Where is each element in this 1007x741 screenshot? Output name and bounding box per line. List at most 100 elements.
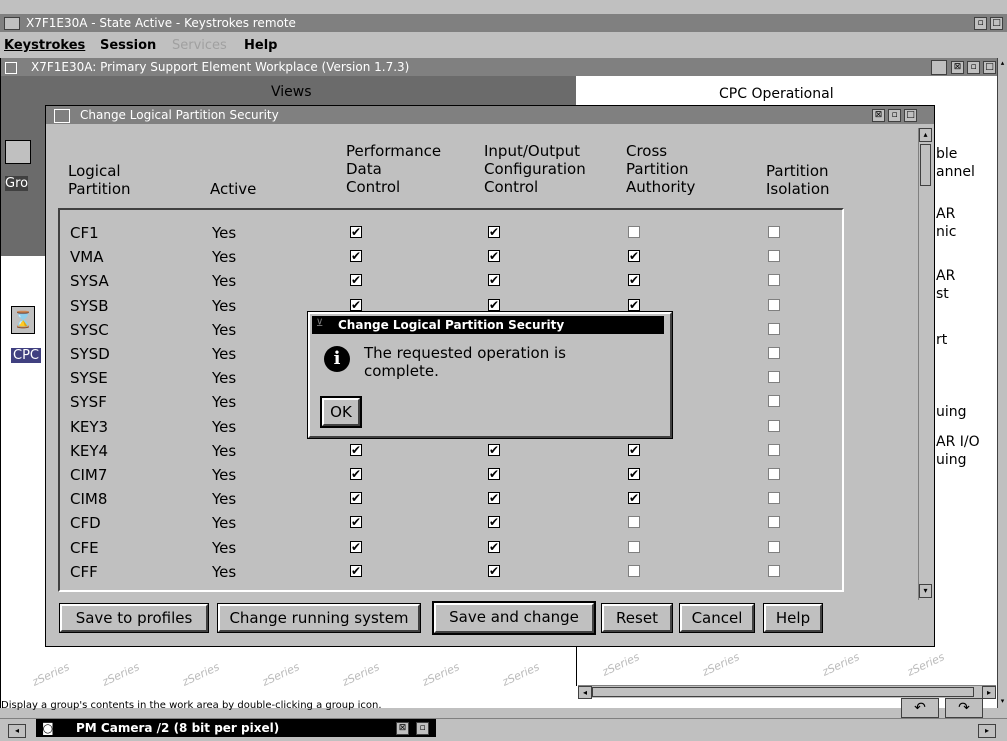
io-config-checkbox[interactable]: ✔ xyxy=(488,492,500,505)
io-config-checkbox[interactable]: ✔ xyxy=(488,516,500,529)
reset-button[interactable]: Reset xyxy=(601,603,673,633)
workplace-close-button[interactable]: ⊠ xyxy=(951,61,964,74)
camera-close-button[interactable]: ⊠ xyxy=(396,722,409,735)
partition-isolation-checkbox[interactable] xyxy=(768,468,780,480)
workplace-minimize-button[interactable]: ▫ xyxy=(967,61,980,74)
message-text: The requested operation is complete. xyxy=(364,344,566,380)
partition-isolation-checkbox[interactable] xyxy=(768,540,780,553)
cross-partition-checkbox[interactable] xyxy=(628,516,640,529)
partition-isolation-checkbox[interactable] xyxy=(768,347,780,359)
minimize-button[interactable]: ▫ xyxy=(974,17,987,30)
performance-data-checkbox[interactable]: ✔ xyxy=(350,274,362,287)
performance-data-checkbox[interactable]: ✔ xyxy=(350,250,362,263)
cross-partition-checkbox[interactable] xyxy=(628,540,640,553)
scroll-down-arrow[interactable]: ▾ xyxy=(998,696,1007,706)
partition-isolation-checkbox[interactable] xyxy=(768,371,780,384)
menu-help[interactable]: Help xyxy=(244,38,277,53)
partition-isolation-checkbox[interactable] xyxy=(768,443,780,456)
cross-partition-checkbox[interactable] xyxy=(628,226,640,238)
scroll-down-arrow[interactable]: ▾ xyxy=(919,584,932,598)
cross-partition-checkbox[interactable] xyxy=(628,564,640,577)
outer-vertical-scrollbar[interactable]: ▴ ▾ xyxy=(997,58,1007,708)
io-config-checkbox[interactable]: ✔ xyxy=(488,226,500,238)
message-title-bar: ⊻ Change Logical Partition Security xyxy=(312,316,664,334)
io-config-checkbox[interactable]: ✔ xyxy=(488,298,500,311)
partition-isolation-checkbox[interactable] xyxy=(768,274,780,287)
help-button[interactable]: Help xyxy=(763,603,823,633)
cross-partition-checkbox[interactable]: ✔ xyxy=(628,468,640,480)
dialog-minimize-button[interactable]: ▫ xyxy=(888,109,901,122)
io-config-checkbox[interactable]: ✔ xyxy=(488,540,500,553)
maximize-button[interactable]: □ xyxy=(990,17,1003,30)
camera-right-arrow[interactable]: ▸ xyxy=(978,724,996,738)
scroll-up-arrow[interactable]: ▴ xyxy=(919,128,932,142)
partition-isolation-checkbox[interactable] xyxy=(768,419,780,432)
cross-partition-checkbox[interactable]: ✔ xyxy=(628,274,640,287)
groups-label: Gro xyxy=(5,176,29,191)
menu-services[interactable]: Services xyxy=(172,38,227,53)
performance-data-checkbox[interactable]: ✔ xyxy=(350,492,362,505)
column-header-performance: Performance Data Control xyxy=(346,142,441,196)
scroll-left-arrow[interactable]: ◂ xyxy=(578,686,592,699)
ok-button[interactable]: OK xyxy=(320,396,362,428)
performance-data-checkbox[interactable]: ✔ xyxy=(350,564,362,577)
io-config-checkbox[interactable]: ✔ xyxy=(488,564,500,577)
scroll-thumb[interactable] xyxy=(592,687,974,697)
scroll-thumb[interactable] xyxy=(920,144,931,186)
performance-data-checkbox[interactable]: ✔ xyxy=(350,298,362,311)
menu-session[interactable]: Session xyxy=(100,38,156,53)
performance-data-checkbox[interactable]: ✔ xyxy=(350,540,362,553)
partition-isolation-checkbox[interactable] xyxy=(768,298,780,311)
menu-keystrokes[interactable]: Keystrokes xyxy=(4,38,85,53)
partition-active: Yes xyxy=(212,272,237,291)
partition-isolation-checkbox[interactable] xyxy=(768,564,780,577)
partition-isolation-checkbox[interactable] xyxy=(768,492,780,505)
partition-isolation-checkbox[interactable] xyxy=(768,250,780,263)
performance-data-checkbox[interactable]: ✔ xyxy=(350,443,362,456)
camera-title: PM Camera /2 (8 bit per pixel) xyxy=(76,721,280,735)
partition-isolation-checkbox[interactable] xyxy=(768,322,780,335)
horizontal-scrollbar[interactable]: ◂ ▸ xyxy=(578,685,996,699)
groups-icon[interactable] xyxy=(5,140,31,164)
save-to-profiles-button[interactable]: Save to profiles xyxy=(59,603,209,633)
partition-isolation-checkbox[interactable] xyxy=(768,226,780,238)
partition-isolation-checkbox[interactable] xyxy=(768,395,780,408)
dialog-maximize-button[interactable]: □ xyxy=(904,109,917,122)
message-menu-icon[interactable]: ⊻ xyxy=(316,318,328,330)
cross-partition-checkbox[interactable]: ✔ xyxy=(628,492,640,505)
io-config-checkbox[interactable]: ✔ xyxy=(488,274,500,287)
change-running-system-button[interactable]: Change running system xyxy=(217,603,421,633)
io-config-checkbox[interactable]: ✔ xyxy=(488,468,500,480)
performance-data-checkbox[interactable]: ✔ xyxy=(350,516,362,529)
io-config-checkbox[interactable]: ✔ xyxy=(488,443,500,456)
camera-minimize-button[interactable]: ▫ xyxy=(416,722,429,735)
header-line: Configuration xyxy=(484,160,586,178)
printer-icon[interactable] xyxy=(931,60,947,75)
scroll-right-arrow[interactable]: ▸ xyxy=(982,686,996,699)
cross-partition-checkbox[interactable]: ✔ xyxy=(628,298,640,311)
camera-left-arrow[interactable]: ◂ xyxy=(8,724,26,738)
cross-partition-checkbox[interactable]: ✔ xyxy=(628,250,640,263)
cancel-button[interactable]: Cancel xyxy=(679,603,755,633)
cpc-icon[interactable]: ⌛ xyxy=(11,306,35,334)
performance-data-checkbox[interactable]: ✔ xyxy=(350,468,362,480)
watermark-text: zSeries xyxy=(700,650,742,679)
right-fragment: annel xyxy=(936,164,975,180)
partition-isolation-checkbox[interactable] xyxy=(768,516,780,529)
dialog-close-button[interactable]: ⊠ xyxy=(872,109,885,122)
column-header-io-config: Input/Output Configuration Control xyxy=(484,142,586,196)
redo-icon[interactable]: ↷ xyxy=(945,698,983,718)
save-and-change-button[interactable]: Save and change xyxy=(432,601,596,635)
performance-data-checkbox[interactable]: ✔ xyxy=(350,226,362,238)
header-line: Performance xyxy=(346,142,442,160)
partition-active: Yes xyxy=(212,248,237,267)
undo-icon[interactable]: ↶ xyxy=(901,698,939,718)
dialog-vertical-scrollbar[interactable]: ▴ ▾ xyxy=(918,128,932,600)
scroll-up-arrow[interactable]: ▴ xyxy=(998,58,1007,68)
table-row: SYSA Yes ✔ ✔ ✔ xyxy=(60,272,830,294)
watermark-text: zSeries xyxy=(30,660,72,689)
workplace-maximize-button[interactable]: □ xyxy=(983,61,996,74)
io-config-checkbox[interactable]: ✔ xyxy=(488,250,500,263)
partition-active: Yes xyxy=(212,417,237,436)
cross-partition-checkbox[interactable]: ✔ xyxy=(628,443,640,456)
